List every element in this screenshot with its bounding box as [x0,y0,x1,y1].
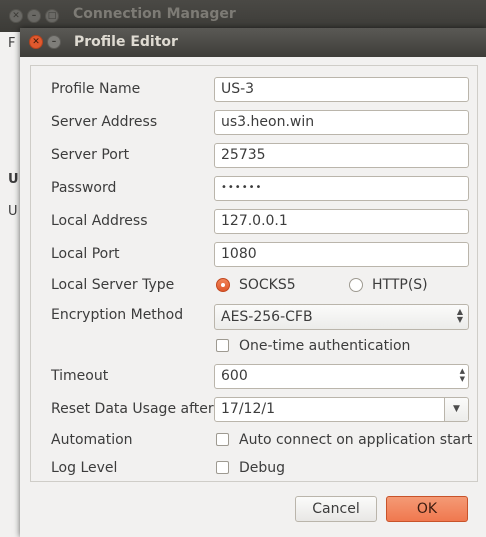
timeout-spinbox[interactable]: 600 ▲ ▼ [214,364,469,389]
timeout-field[interactable]: 600 [214,364,469,389]
log-level-label: Log Level [51,460,118,476]
close-icon[interactable]: ✕ [29,35,43,49]
automation-label: Automation [51,432,133,448]
socks5-radio[interactable] [216,278,230,292]
encryption-method-select[interactable]: AES-256-CFB ▲ ▼ [214,304,469,330]
profile-form: Profile Name US-3 Server Address us3.heo… [30,65,478,482]
https-label[interactable]: HTTP(S) [372,277,428,293]
profile-name-label: Profile Name [51,81,141,97]
profile-editor-titlebar: ✕ – Profile Editor [20,28,486,57]
debug-label[interactable]: Debug [239,460,285,476]
server-address-field[interactable]: us3.heon.win [214,110,469,135]
server-port-label: Server Port [51,147,130,163]
server-address-label: Server Address [51,114,158,130]
reset-data-usage-combo[interactable]: 17/12/1 ▼ [214,397,469,422]
local-address-field[interactable]: 127.0.0.1 [214,209,469,234]
chevron-down-icon[interactable]: ▼ [444,398,468,421]
auto-connect-label[interactable]: Auto connect on application start [239,432,472,448]
spin-arrows-icon[interactable]: ▲ ▼ [460,367,465,383]
local-port-label: Local Port [51,246,120,262]
debug-checkbox[interactable] [216,461,229,474]
local-port-field[interactable]: 1080 [214,242,469,267]
reset-data-usage-value[interactable]: 17/12/1 [221,401,275,417]
auto-connect-checkbox[interactable] [216,433,229,446]
encryption-method-value: AES-256-CFB [221,309,313,325]
https-radio[interactable] [349,278,363,292]
password-label: Password [51,180,117,196]
profile-name-field[interactable]: US-3 [214,77,469,102]
local-address-label: Local Address [51,213,148,229]
encryption-method-label: Encryption Method [51,307,184,323]
socks5-label[interactable]: SOCKS5 [239,277,296,293]
bg-minimize-icon[interactable]: – [27,9,41,23]
bg-list-fragment-1: U [8,172,19,187]
one-time-auth-label[interactable]: One-time authentication [239,338,410,354]
cancel-button[interactable]: Cancel [295,496,377,522]
password-field[interactable]: •••••• [214,176,469,201]
up-down-arrows-icon: ▲ ▼ [456,307,463,324]
server-port-field[interactable]: 25735 [214,143,469,168]
bg-close-icon[interactable]: ✕ [9,9,23,23]
connection-manager-body: F U U [0,32,20,512]
bg-list-fragment-2: U [8,204,18,219]
timeout-label: Timeout [51,368,109,384]
local-server-type-label: Local Server Type [51,277,175,293]
bg-menu-fragment: F [8,36,16,51]
profile-editor-dialog: ✕ – Profile Editor Profile Name US-3 Ser… [20,28,486,537]
one-time-auth-checkbox[interactable] [216,339,229,352]
ok-button[interactable]: OK [386,496,468,522]
reset-data-usage-label: Reset Data Usage after [51,401,214,417]
dialog-title: Profile Editor [74,34,178,50]
bg-maximize-icon[interactable]: □ [45,9,59,23]
minimize-icon[interactable]: – [47,35,61,49]
connection-manager-title: Connection Manager [73,6,236,22]
